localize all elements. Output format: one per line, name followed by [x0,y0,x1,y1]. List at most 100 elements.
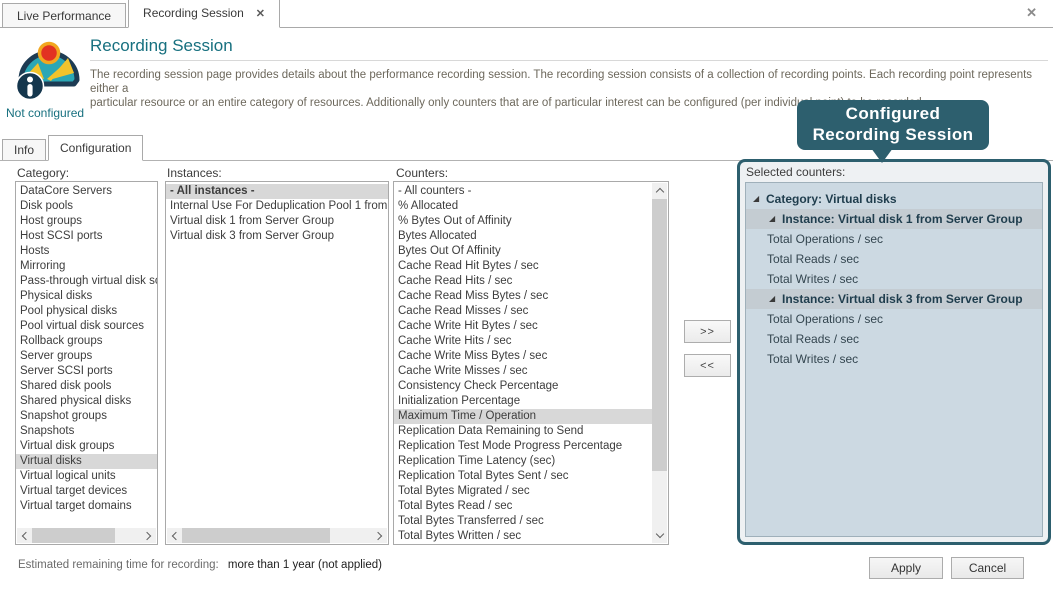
scrollbar-track[interactable] [182,528,372,543]
instances-horizontal-scrollbar[interactable] [167,528,387,543]
tree-item[interactable]: ◢ Total Writes / sec [746,269,1042,289]
counter-list-item[interactable]: Cache Read Hits / sec [394,274,652,289]
instance-list-item[interactable]: Internal Use For Deduplication Pool 1 fr… [166,199,388,214]
scroll-down-icon[interactable] [652,528,667,543]
tree-item[interactable]: ◢ Total Operations / sec [746,309,1042,329]
counter-list-item[interactable]: Replication Total Bytes Sent / sec [394,469,652,484]
scrollbar-thumb[interactable] [652,199,667,471]
apply-button[interactable]: Apply [869,557,943,579]
category-list-item[interactable]: Hosts [16,244,157,259]
instance-list-item[interactable]: - All instances - [166,184,388,199]
category-list-item[interactable]: Pool virtual disk sources [16,319,157,334]
scroll-left-icon[interactable] [167,528,182,543]
category-list-item[interactable]: Physical disks [16,289,157,304]
tree-item[interactable]: ◢ Total Reads / sec [746,249,1042,269]
category-list-item[interactable]: Host groups [16,214,157,229]
counter-list-item[interactable]: Cache Write Hits / sec [394,334,652,349]
category-list-item[interactable]: Disk pools [16,199,157,214]
counter-list-item[interactable]: Bytes Allocated [394,229,652,244]
tree-item[interactable]: ◢ Instance: Virtual disk 1 from Server G… [746,209,1042,229]
tab-live-performance[interactable]: Live Performance [2,3,126,27]
scrollbar-thumb[interactable] [182,528,330,543]
counter-list-item[interactable]: Maximum Time / Operation [394,409,652,424]
category-listbox[interactable]: DataCore Servers Disk pools Host groups … [15,181,158,545]
category-list-item[interactable]: Rollback groups [16,334,157,349]
counter-list-item[interactable]: % Bytes Out of Affinity [394,214,652,229]
tree-item[interactable]: ◢ Total Writes / sec [746,349,1042,369]
tab-info[interactable]: Info [2,139,46,160]
counter-list-item[interactable]: Bytes Out Of Affinity [394,244,652,259]
category-horizontal-scrollbar[interactable] [17,528,156,543]
selected-counters-panel: Selected counters: ◢ Category: Virtual d… [737,159,1051,545]
scroll-right-icon[interactable] [141,528,156,543]
document-tab-bar: Live Performance Recording Session ✕ [0,0,1053,28]
counter-list-item[interactable]: Replication Test Mode Progress Percentag… [394,439,652,454]
category-list-item[interactable]: Host SCSI ports [16,229,157,244]
counter-list-item[interactable]: Consistency Check Percentage [394,379,652,394]
add-counters-button[interactable]: >> [684,320,731,343]
recording-session-window: Live Performance Recording Session ✕ ✕ N… [0,0,1053,594]
counter-list-item[interactable]: Replication Time Latency (sec) [394,454,652,469]
tab-close-icon[interactable]: ✕ [256,7,265,20]
expander-icon[interactable]: ◢ [753,189,759,209]
category-list-item[interactable]: Pool physical disks [16,304,157,319]
category-list-item[interactable]: Server SCSI ports [16,364,157,379]
status-label: Estimated remaining time for recording: [18,559,219,571]
category-list-item[interactable]: Virtual target devices [16,484,157,499]
category-list-item[interactable]: Snapshots [16,424,157,439]
tab-configuration[interactable]: Configuration [48,135,143,161]
estimated-time-status: Estimated remaining time for recording: … [18,559,382,571]
counters-listbox[interactable]: - All counters - % Allocated % Bytes Out… [393,181,669,545]
counters-vertical-scrollbar[interactable] [652,183,667,543]
tree-item[interactable]: ◢ Category: Virtual disks [746,189,1042,209]
recording-session-gauge-icon [16,34,82,109]
counter-list-item[interactable]: Cache Read Misses / sec [394,304,652,319]
scroll-left-icon[interactable] [17,528,32,543]
tree-item[interactable]: ◢ Total Operations / sec [746,229,1042,249]
expander-icon[interactable]: ◢ [769,289,775,309]
expander-icon[interactable]: ◢ [769,209,775,229]
counter-list-item[interactable]: Initialization Percentage [394,394,652,409]
window-close-icon[interactable]: ✕ [1026,5,1037,21]
tab-label: Configuration [60,141,131,155]
category-list-item[interactable]: Shared disk pools [16,379,157,394]
selected-counters-tree[interactable]: ◢ Category: Virtual disks ◢ Instance: Vi… [745,182,1043,537]
counter-list-item[interactable]: Total Bytes Read / sec [394,499,652,514]
counter-list-item[interactable]: Cache Write Hit Bytes / sec [394,319,652,334]
category-list-item[interactable]: Mirroring [16,259,157,274]
category-list-item[interactable]: Virtual disks [16,454,157,469]
remove-counters-button[interactable]: << [684,354,731,377]
counter-list-item[interactable]: Cache Read Hit Bytes / sec [394,259,652,274]
category-list-item[interactable]: DataCore Servers [16,184,157,199]
scroll-right-icon[interactable] [372,528,387,543]
instance-list-item[interactable]: Virtual disk 1 from Server Group [166,214,388,229]
tab-recording-session[interactable]: Recording Session ✕ [128,0,280,28]
counter-list-item[interactable]: Cache Write Miss Bytes / sec [394,349,652,364]
cancel-button[interactable]: Cancel [951,557,1024,579]
tab-label: Live Performance [17,9,111,23]
category-list-item[interactable]: Snapshot groups [16,409,157,424]
category-list-item[interactable]: Virtual target domains [16,499,157,514]
tree-item[interactable]: ◢ Instance: Virtual disk 3 from Server G… [746,289,1042,309]
counter-list-item[interactable]: % Allocated [394,199,652,214]
counter-list-item[interactable]: Cache Write Misses / sec [394,364,652,379]
counter-list-item[interactable]: Total Bytes Migrated / sec [394,484,652,499]
instances-listbox[interactable]: - All instances - Internal Use For Dedup… [165,181,389,545]
instance-list-item[interactable]: Virtual disk 3 from Server Group [166,229,388,244]
scrollbar-thumb[interactable] [32,528,115,543]
scrollbar-track[interactable] [32,528,141,543]
callout-line-2: Recording Session [813,125,974,144]
counter-list-item[interactable]: Cache Read Miss Bytes / sec [394,289,652,304]
counter-list-item[interactable]: Total Bytes Written / sec [394,529,652,544]
category-list-item[interactable]: Server groups [16,349,157,364]
counter-list-item[interactable]: - All counters - [394,184,652,199]
tree-item[interactable]: ◢ Total Reads / sec [746,329,1042,349]
counter-list-item[interactable]: Replication Data Remaining to Send [394,424,652,439]
configured-recording-session-callout: Configured Recording Session [797,100,989,150]
category-list-item[interactable]: Shared physical disks [16,394,157,409]
category-list-item[interactable]: Virtual disk groups [16,439,157,454]
category-list-item[interactable]: Virtual logical units [16,469,157,484]
scroll-up-icon[interactable] [652,183,667,198]
category-list-item[interactable]: Pass-through virtual disk sources [16,274,157,289]
counter-list-item[interactable]: Total Bytes Transferred / sec [394,514,652,529]
